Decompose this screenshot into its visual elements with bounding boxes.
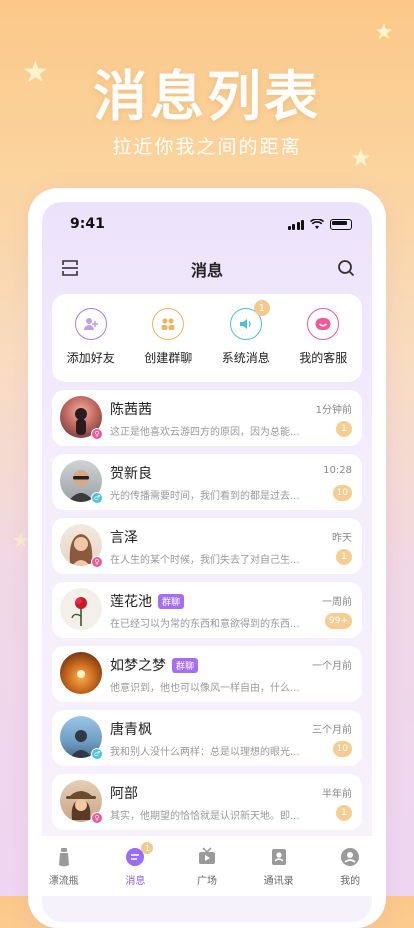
tab-bottle[interactable]: 漂流瓶	[34, 846, 94, 887]
male-icon: ♂	[91, 748, 103, 760]
add-friend-icon	[74, 308, 107, 340]
conversation-item[interactable]: ♀ 言泽 昨天 在人生的某个时候，我们失去了对自己生... 1	[52, 518, 362, 574]
avatar	[60, 652, 102, 694]
group-icon	[152, 308, 185, 340]
customer-service-button[interactable]: 我的客服	[287, 308, 359, 366]
contact-name: 阿部	[110, 786, 138, 802]
conversation-item[interactable]: ♂ 唐青枫 三个月前 我和别人没什么两样：总是以理想的眼光... 10	[52, 710, 362, 766]
tab-contacts[interactable]: 通讯录	[249, 846, 309, 887]
conversation-item[interactable]: ♀ 陈茜茜 1分钟前 这正是他喜欢云游四方的原因，因为总能... 1	[52, 390, 362, 446]
quick-action-label: 系统消息	[221, 351, 270, 365]
avatar	[60, 588, 102, 630]
tab-label: 消息	[125, 876, 146, 887]
unread-badge: 10	[332, 741, 352, 757]
message-time: 1分钟前	[315, 405, 352, 416]
group-tag: 群聊	[158, 593, 185, 609]
message-preview: 其实，他期望的恰恰就是认识新天地。即...	[110, 811, 300, 822]
female-icon: ♀	[91, 812, 103, 824]
tab-label: 漂流瓶	[48, 876, 79, 887]
profile-icon	[341, 848, 360, 866]
tab-bar: 漂流瓶 1 消息 广场 通讯录 我的	[28, 836, 386, 896]
page-title: 消息	[190, 261, 223, 280]
tab-square[interactable]: 广场	[177, 846, 237, 887]
tab-label: 广场	[196, 876, 217, 887]
contact-name: 如梦之梦	[110, 658, 166, 674]
conversation-item[interactable]: ♂ 贺新良 10:28 光的传播需要时间，我们看到的都是过去... 10	[52, 454, 362, 510]
phone-frame: 9:41 消息 添加好友 创建群聊 1 系统消息 我的客服 ♀ 陈茜茜 1分钟前…	[28, 188, 386, 928]
battery-icon	[330, 219, 352, 230]
unread-badge: 99+	[325, 613, 352, 629]
message-preview: 光的传播需要时间，我们看到的都是过去...	[110, 491, 300, 502]
tab-profile[interactable]: 我的	[320, 846, 380, 887]
tab-label: 通讯录	[263, 876, 294, 887]
promo-subtitle: 拉近你我之间的距离	[112, 136, 302, 158]
message-time: 半年前	[322, 789, 352, 800]
quick-action-label: 我的客服	[299, 351, 348, 365]
star-icon: ★	[374, 20, 394, 45]
conversation-item[interactable]: 如梦之梦 群聊 一个月前 他意识到，他也可以像风一样自由，什么...	[52, 646, 362, 702]
nav-bar: 消息	[42, 250, 372, 286]
contact-name: 陈茜茜	[110, 402, 152, 418]
app-screen: 9:41 消息 添加好友 创建群聊 1 系统消息 我的客服 ♀ 陈茜茜 1分钟前…	[42, 202, 372, 922]
tab-messages[interactable]: 1 消息	[105, 842, 165, 887]
message-time: 一周前	[322, 597, 352, 608]
message-time: 一个月前	[312, 661, 352, 672]
system-messages-button[interactable]: 1 系统消息	[210, 300, 282, 366]
square-icon	[198, 847, 215, 864]
promo-title: 消息列表	[93, 65, 321, 128]
contact-name: 唐青枫	[110, 722, 152, 738]
quick-action-label: 添加好友	[66, 351, 115, 365]
quick-action-label: 创建群聊	[144, 351, 193, 365]
contact-name: 莲花池	[110, 594, 152, 610]
unread-badge: 1	[336, 421, 352, 437]
signal-icon	[287, 219, 304, 230]
message-preview: 我和别人没什么两样：总是以理想的眼光...	[110, 747, 300, 758]
contact-name: 言泽	[110, 530, 138, 546]
message-preview: 在人生的某个时候，我们失去了对自己生...	[110, 555, 300, 566]
unread-badge: 10	[332, 485, 352, 501]
create-group-button[interactable]: 创建群聊	[132, 308, 204, 366]
status-bar: 9:41	[42, 216, 372, 236]
message-preview: 这正是他喜欢云游四方的原因，因为总能...	[110, 427, 300, 438]
group-tag: 群聊	[172, 657, 199, 673]
message-time: 10:28	[323, 465, 352, 476]
conversation-list: ♀ 陈茜茜 1分钟前 这正是他喜欢云游四方的原因，因为总能... 1 ♂ 贺新良…	[52, 390, 362, 838]
notification-badge: 1	[141, 842, 154, 854]
wifi-icon	[310, 219, 324, 229]
bottle-icon	[58, 848, 69, 867]
message-preview: 他意识到，他也可以像风一样自由，什么...	[110, 683, 300, 694]
unread-badge: 1	[336, 549, 352, 565]
tab-label: 我的	[340, 876, 361, 887]
female-icon: ♀	[91, 428, 103, 440]
quick-actions: 添加好友 创建群聊 1 系统消息 我的客服	[52, 294, 362, 382]
contacts-icon	[271, 849, 286, 865]
unread-badge: 1	[336, 805, 352, 821]
notification-badge: 1	[253, 300, 270, 316]
male-icon: ♂	[91, 492, 103, 504]
message-preview: 在已经习以为常的东西和意欲得到的东西...	[110, 619, 300, 630]
add-friend-button[interactable]: 添加好友	[55, 308, 127, 366]
conversation-item[interactable]: 莲花池 群聊 一周前 在已经习以为常的东西和意欲得到的东西... 99+	[52, 582, 362, 638]
message-time: 三个月前	[312, 725, 352, 736]
support-icon	[307, 308, 340, 340]
search-icon[interactable]	[334, 256, 358, 280]
conversation-item[interactable]: ♀ 阿部 半年前 其实，他期望的恰恰就是认识新天地。即... 1	[52, 774, 362, 830]
female-icon: ♀	[91, 556, 103, 568]
contact-name: 贺新良	[110, 466, 152, 482]
message-time: 昨天	[332, 533, 352, 544]
